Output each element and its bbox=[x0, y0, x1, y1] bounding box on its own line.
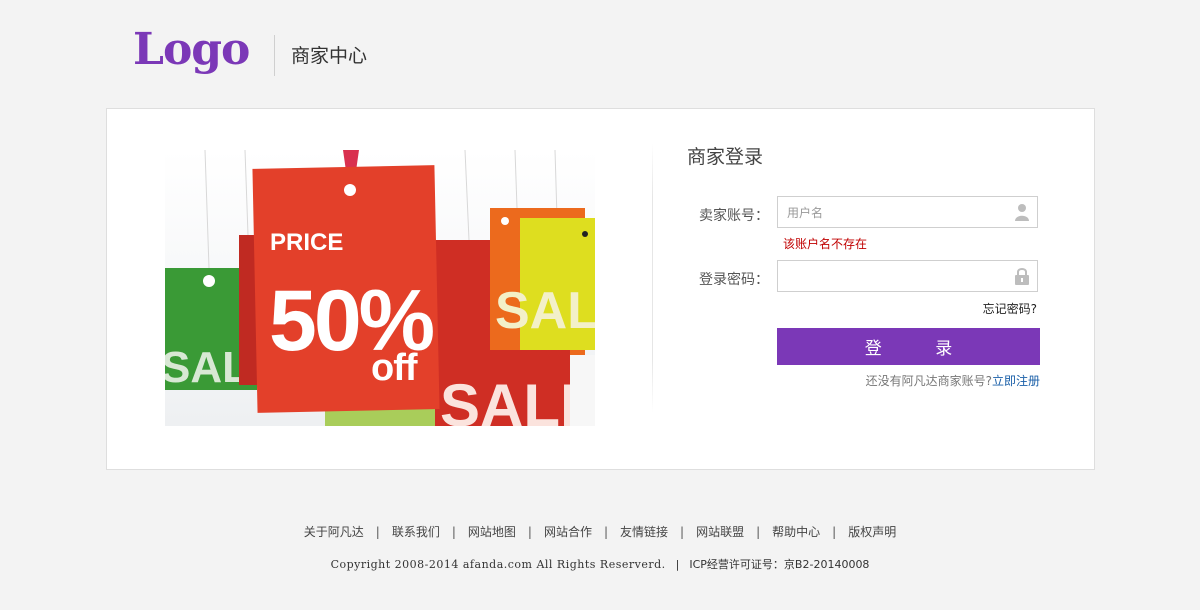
login-button[interactable]: 登 录 bbox=[777, 328, 1040, 365]
username-error-message: 该账户名不存在 bbox=[783, 237, 868, 251]
tag-price-text: PRICE bbox=[270, 229, 343, 256]
sale-text-yellow: SALE bbox=[495, 282, 595, 340]
register-line: 还没有阿凡达商家账号?立即注册 bbox=[866, 372, 1040, 389]
footer-link-copyright[interactable]: 版权声明 bbox=[848, 525, 896, 539]
forgot-password-link[interactable]: 忘记密码? bbox=[983, 300, 1037, 317]
footer-link-alliance[interactable]: 网站联盟 bbox=[696, 525, 744, 539]
footer-separator: | bbox=[832, 525, 837, 539]
footer-link-help[interactable]: 帮助中心 bbox=[772, 525, 820, 539]
username-label: 卖家账号： bbox=[699, 208, 769, 224]
footer-link-friends[interactable]: 友情链接 bbox=[620, 525, 668, 539]
icp-text: ICP经营许可证号：京B2-20140008 bbox=[689, 558, 870, 571]
footer-separator: | bbox=[527, 525, 532, 539]
header-title: 商家中心 bbox=[291, 45, 368, 67]
vertical-separator bbox=[652, 143, 653, 413]
login-card: SALE SALE SALE PRICE 50% off 商家登录 bbox=[106, 108, 1095, 470]
copyright-text: Copyright 2008-2014 afanda.com All Right… bbox=[330, 558, 666, 571]
logo[interactable]: Logo bbox=[133, 24, 250, 75]
password-input[interactable] bbox=[785, 261, 1009, 293]
login-title: 商家登录 bbox=[687, 146, 764, 168]
header: Logo 商家中心 bbox=[0, 0, 1200, 108]
footer-separator: | bbox=[375, 525, 380, 539]
footer-link-contact[interactable]: 联系我们 bbox=[392, 525, 440, 539]
register-link[interactable]: 立即注册 bbox=[992, 374, 1040, 388]
footer-separator: | bbox=[603, 525, 609, 539]
footer-separator: | bbox=[451, 525, 456, 539]
tag-off-text: off bbox=[371, 347, 418, 389]
footer-separator: | bbox=[756, 525, 761, 539]
footer-link-cooperation[interactable]: 网站合作 bbox=[544, 525, 592, 539]
password-label: 登录密码： bbox=[699, 272, 769, 288]
footer-separator: | bbox=[680, 525, 685, 539]
register-prompt: 还没有阿凡达商家账号? bbox=[865, 374, 992, 388]
footer-link-sitemap[interactable]: 网站地图 bbox=[468, 525, 516, 539]
footer-link-about[interactable]: 关于阿凡达 bbox=[304, 525, 364, 539]
footer-separator: | bbox=[675, 558, 680, 571]
username-input[interactable] bbox=[785, 197, 1009, 229]
footer-copyright: Copyright 2008-2014 afanda.com All Right… bbox=[0, 556, 1200, 572]
footer-links: 关于阿凡达 | 联系我们 | 网站地图 | 网站合作 | 友情链接 | 网站联盟 | 帮助中心 | 版权声明 bbox=[0, 523, 1200, 540]
header-divider bbox=[274, 35, 275, 76]
username-field[interactable] bbox=[777, 196, 1038, 229]
sale-banner-image: SALE SALE SALE PRICE 50% off bbox=[165, 150, 595, 426]
password-field[interactable] bbox=[777, 260, 1038, 293]
lock-icon bbox=[1015, 268, 1029, 285]
user-icon bbox=[1015, 204, 1029, 221]
